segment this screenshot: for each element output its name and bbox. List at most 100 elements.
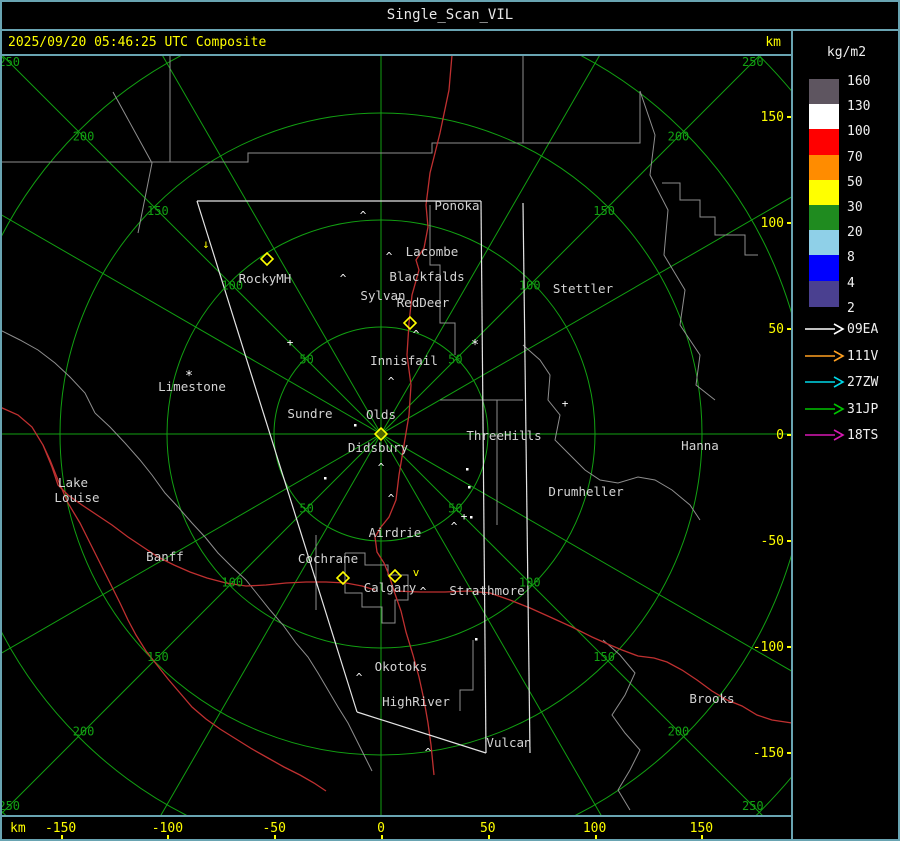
town-marker: +	[562, 397, 569, 410]
site-arrow-head	[833, 376, 845, 388]
scale-color-swatch	[809, 280, 839, 307]
site-arrow-icon	[805, 323, 845, 335]
window-title: Single_Scan_VIL	[386, 6, 514, 23]
city-label: Calgary	[364, 580, 417, 595]
ring-distance-label: 150	[593, 204, 615, 218]
city-label: Stettler	[553, 281, 614, 296]
site-arrow-head	[833, 323, 845, 335]
town-marker: ^	[420, 585, 427, 598]
town-marker	[475, 638, 478, 641]
city-label: RockyMH	[239, 271, 292, 286]
scale-color-swatch	[809, 79, 839, 105]
town-marker	[468, 486, 471, 489]
city-label: Blackfalds	[389, 269, 464, 284]
site-arrow-icon	[805, 376, 845, 388]
town-marker	[466, 468, 469, 471]
scan-sector-outline	[480, 200, 487, 754]
km-unit-label-top: km	[765, 35, 781, 50]
city-label: Lake	[58, 475, 88, 490]
x-axis-label: 150	[689, 821, 714, 836]
town-marker: ^	[386, 250, 393, 263]
site-arrow-icon	[805, 429, 845, 441]
town-marker: ^	[388, 375, 395, 388]
scale-level-label: 8	[847, 250, 855, 266]
town-marker: ^	[360, 209, 367, 222]
site-arrow-icon	[805, 349, 845, 362]
scale-level-label: 30	[847, 200, 863, 215]
info-bar: 2025/09/20 05:46:25 UTC Composite km	[0, 31, 791, 54]
city-label: Drumheller	[548, 484, 624, 499]
town-marker: ^	[451, 520, 458, 533]
site-arrow-head	[833, 349, 845, 362]
town-marker: ^	[425, 746, 432, 759]
county-boundary	[94, 412, 373, 772]
town-marker	[354, 424, 357, 427]
scale-color-swatch	[809, 230, 839, 257]
x-axis-label: -100	[151, 821, 184, 836]
town-marker: ^	[388, 492, 395, 505]
ring-distance-label: 100	[519, 278, 541, 292]
city-label: Airdrie	[369, 525, 422, 540]
town-marker: *	[185, 369, 193, 384]
ring-distance-label: 50	[299, 353, 313, 367]
scale-color-swatch	[809, 179, 839, 206]
ring-distance-label: 250	[742, 55, 764, 69]
bottom-axis: km -150 -100 -50 0 50 100 150	[0, 817, 900, 841]
x-axis-label: -50	[262, 821, 286, 836]
ring-distance-label: 100	[221, 576, 243, 590]
ring-distance-label: 200	[73, 724, 95, 738]
y-axis-label: 150	[761, 110, 784, 125]
town-marker: ^	[413, 328, 420, 341]
city-label: Strathmore	[449, 583, 524, 598]
city-label: Banff	[146, 549, 184, 564]
frame-border-titlebar	[0, 29, 900, 31]
x-axis-label: 0	[377, 821, 385, 836]
town-marker: ^	[356, 671, 363, 684]
town-marker: ^	[340, 272, 347, 285]
ring-distance-label: 150	[593, 650, 615, 664]
y-axis-label: -50	[761, 534, 784, 549]
city-label: Hanna	[681, 438, 719, 453]
town-marker: ^	[378, 461, 385, 474]
x-axis-label: 100	[582, 821, 607, 836]
ring-distance-label: 150	[147, 204, 169, 218]
city-label: Innisfail	[370, 353, 438, 368]
city-label: Okotoks	[375, 659, 428, 674]
radar-map-canvas[interactable]: 50 50 50 50 100 100 100 100 150 150 150 150 200 200 20…	[0, 0, 900, 841]
county-boundary	[0, 329, 96, 414]
scale-unit-label: kg/m2	[826, 45, 867, 60]
ring-distance-label: 50	[448, 353, 462, 367]
city-label: Ponoka	[434, 198, 479, 213]
scale-color-swatch	[809, 205, 839, 231]
county-boundary	[522, 55, 641, 144]
ring-distance-label: 250	[0, 799, 20, 813]
x-axis-label: 50	[479, 821, 496, 836]
y-axis-label: -100	[753, 640, 784, 655]
county-boundary	[0, 142, 523, 163]
radar-site-marker: ↓	[202, 237, 209, 251]
town-marker: *	[471, 338, 479, 353]
site-arrow-head	[833, 429, 845, 441]
county-boundary	[602, 639, 641, 811]
city-label: Vulcan	[486, 735, 531, 750]
city-label: Olds	[366, 407, 396, 422]
scan-sector-outline	[356, 711, 487, 754]
city-label: Didsbury	[348, 440, 409, 455]
site-id-label: 27ZW	[847, 375, 879, 390]
city-label: RedDeer	[397, 295, 450, 310]
km-unit-label-bottom: km	[10, 821, 26, 836]
y-axis-label: 100	[761, 216, 784, 231]
scale-color-swatch	[809, 154, 839, 181]
site-id-label: 111V	[847, 348, 879, 364]
ring-distance-label: 200	[73, 130, 95, 144]
title-bar: Single_Scan_VIL	[0, 0, 900, 29]
radar-application-window: Single_Scan_VIL 2025/09/20 05:46:25 UTC …	[0, 0, 900, 841]
scale-level-label: 160	[847, 74, 871, 89]
ring-distance-label: 150	[147, 650, 169, 664]
ring-distance-label: 250	[742, 799, 764, 813]
county-boundary	[459, 640, 474, 711]
scale-level-label: 2	[847, 300, 855, 316]
town-marker	[324, 477, 327, 480]
town-marker	[470, 516, 473, 519]
scale-level-label: 4	[847, 275, 855, 291]
